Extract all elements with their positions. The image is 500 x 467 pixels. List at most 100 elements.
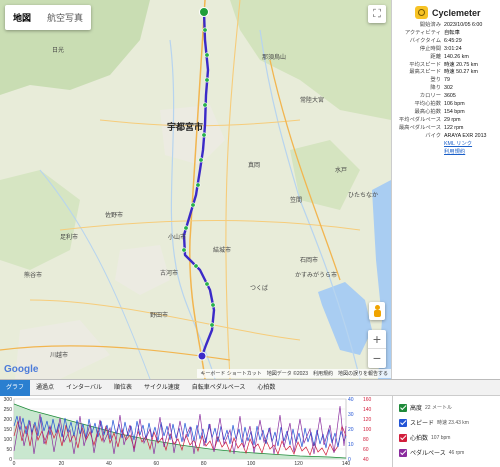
y-axis-tick-label: 100 <box>4 437 13 443</box>
street-view-pegman-button[interactable] <box>369 302 385 320</box>
legend-item[interactable]: ペダルペース 46 rpm <box>399 445 500 460</box>
legend-series-value: 22 メートル <box>425 405 452 411</box>
map-label: 小山市 <box>168 235 187 241</box>
legend-item[interactable]: 高度 22 メートル <box>399 400 500 415</box>
info-row-value: 140.26 km <box>444 53 469 60</box>
map-attribution[interactable]: キーボード ショートカット 地図データ ©2023 利用規約 地図の誤りを報告す… <box>197 369 391 378</box>
legend-checkbox[interactable] <box>399 418 407 427</box>
map-label: 熊谷市 <box>24 273 43 279</box>
legend-checkbox[interactable] <box>399 433 407 442</box>
app-header: Cyclemeter <box>392 0 500 22</box>
y-axis-tick-label: 50 <box>6 447 12 453</box>
heart-rate-axis-tick-label: 80 <box>363 437 369 443</box>
heart-rate-axis-tick-label: 60 <box>363 447 369 453</box>
info-row-value: 自転車 <box>444 29 460 36</box>
y-axis-tick-label: 250 <box>4 407 13 413</box>
legend-series-value: 107 bpm <box>431 434 451 441</box>
info-row-key: アクティビティ <box>404 29 441 36</box>
zoom-out-button[interactable]: − <box>368 349 386 368</box>
map-type-control: 地図 航空写真 <box>5 5 92 30</box>
speed-axis-tick-label: 30 <box>348 412 354 418</box>
x-axis-tick-label: 80 <box>201 461 207 467</box>
terms-link[interactable]: 利用規約 <box>444 149 465 157</box>
map-type-satellite-button[interactable]: 航空写真 <box>39 5 91 30</box>
route-map[interactable]: 日光 宇都宮市 那須烏山 常陸大宮 真岡 水戸 ひたちなか 笠間 佐野市 足利市… <box>0 0 391 379</box>
info-row: 登り 79 <box>392 77 500 85</box>
fullscreen-icon: ⛶ <box>373 8 381 20</box>
info-row: 降り 302 <box>392 85 500 93</box>
info-row-value: ARAYA EXR 2013 <box>444 132 487 139</box>
info-row-value: 6:45:29 <box>444 37 462 44</box>
info-row-key: 平均ペダルペース <box>398 116 441 123</box>
graph-tab[interactable]: 自転車ペダルペース <box>186 380 252 396</box>
info-row-value: 106 bpm <box>444 101 465 108</box>
map-canvas <box>0 0 391 379</box>
speed-axis-tick-label: 0 <box>348 457 351 463</box>
info-row-key: 最高ペダルペース <box>398 124 441 131</box>
legend-checkbox[interactable] <box>399 403 407 412</box>
heart-rate-axis-tick-label: 160 <box>363 397 372 403</box>
graph-legend: 高度 22 メートル スピード 時速 23.43 km 心拍数 107 bpm ペダルペース… <box>392 396 500 467</box>
app-name: Cyclemeter <box>432 7 481 18</box>
info-row-value: 3605 <box>444 93 456 100</box>
info-row-value: 3:01:24 <box>444 45 462 52</box>
map-label: 水戸 <box>335 168 348 174</box>
map-label: ひたちなか <box>348 193 379 199</box>
info-row-value: 2023/10/05 6:00 <box>444 22 483 28</box>
info-row-value: 302 <box>444 85 453 92</box>
legend-item[interactable]: 心拍数 107 bpm <box>399 430 500 445</box>
info-row: カロリー 3605 <box>392 93 500 101</box>
end-marker-icon <box>197 351 207 361</box>
map-label: 足利市 <box>60 235 79 241</box>
kml-link[interactable]: KML リンク <box>444 141 472 149</box>
kml-link-row: KML リンク <box>392 141 500 149</box>
fullscreen-button[interactable]: ⛶ <box>368 5 386 23</box>
map-label: 結城市 <box>213 248 232 254</box>
graph-tab[interactable]: グラフ <box>0 379 31 396</box>
terms-link-row: 利用規約 <box>392 149 500 157</box>
info-row: アクティビティ 自転車 <box>392 30 500 38</box>
x-axis-tick-label: 120 <box>294 461 303 467</box>
zoom-control: + − <box>368 330 386 368</box>
info-row: 平均ペダルペース 29 rpm <box>392 117 500 125</box>
map-label: 常陸大宮 <box>300 98 325 104</box>
map-label: かすみがうら市 <box>295 273 338 279</box>
info-row-value: 79 <box>444 77 450 84</box>
legend-item[interactable]: スピード 時速 23.43 km <box>399 415 500 430</box>
graph-tab[interactable]: サイクル速度 <box>138 380 186 396</box>
heart-rate-axis-tick-label: 100 <box>363 427 372 433</box>
info-row-value: 時速 50.27 km <box>444 69 478 76</box>
map-label: つくば <box>250 286 269 292</box>
graph-tab[interactable]: 通過点 <box>30 380 60 396</box>
info-row-key: 距離 <box>430 53 441 60</box>
info-row: 最高心拍数 154 bpm <box>392 109 500 117</box>
x-axis-tick-label: 100 <box>247 461 256 467</box>
speed-axis-tick-label: 10 <box>348 442 354 448</box>
google-logo: Google <box>4 364 39 375</box>
info-row-key: 最高心拍数 <box>414 108 442 115</box>
zoom-in-button[interactable]: + <box>368 330 386 349</box>
map-label: 古河市 <box>160 271 179 277</box>
info-row-key: 停止時間 <box>419 45 441 52</box>
info-row-key: 開始済み <box>419 22 441 28</box>
map-type-map-button[interactable]: 地図 <box>5 5 39 30</box>
y-axis-tick-label: 150 <box>4 427 13 433</box>
info-row-value: 154 bpm <box>444 108 465 115</box>
map-label: 野田市 <box>150 313 169 319</box>
activity-graph[interactable]: 300 250 200 150 100 50 0 0 20 40 60 80 100 120 140 40… <box>0 396 391 467</box>
info-rows: 開始済み 2023/10/05 6:00 アクティビティ 自転車 バイクタイム 6:45:… <box>392 22 500 141</box>
info-row: 停止時間 3:01:24 <box>392 46 500 54</box>
graph-tab[interactable]: 心拍数 <box>251 380 281 396</box>
legend-checkbox[interactable] <box>399 448 407 457</box>
x-axis-tick-label: 0 <box>13 461 16 467</box>
x-axis-tick-label: 60 <box>154 461 160 467</box>
map-label: 真岡 <box>248 163 261 169</box>
legend-series-value: 46 rpm <box>448 449 465 456</box>
graph-tab[interactable]: 順位表 <box>108 380 138 396</box>
info-row-key: 降り <box>430 85 441 92</box>
y-axis-tick-label: 200 <box>4 417 13 423</box>
speed-axis-tick-label: 20 <box>348 427 354 433</box>
y-axis-tick-label: 300 <box>4 397 13 403</box>
map-label: 笠間 <box>290 198 303 204</box>
graph-tab[interactable]: インターバル <box>60 380 108 396</box>
